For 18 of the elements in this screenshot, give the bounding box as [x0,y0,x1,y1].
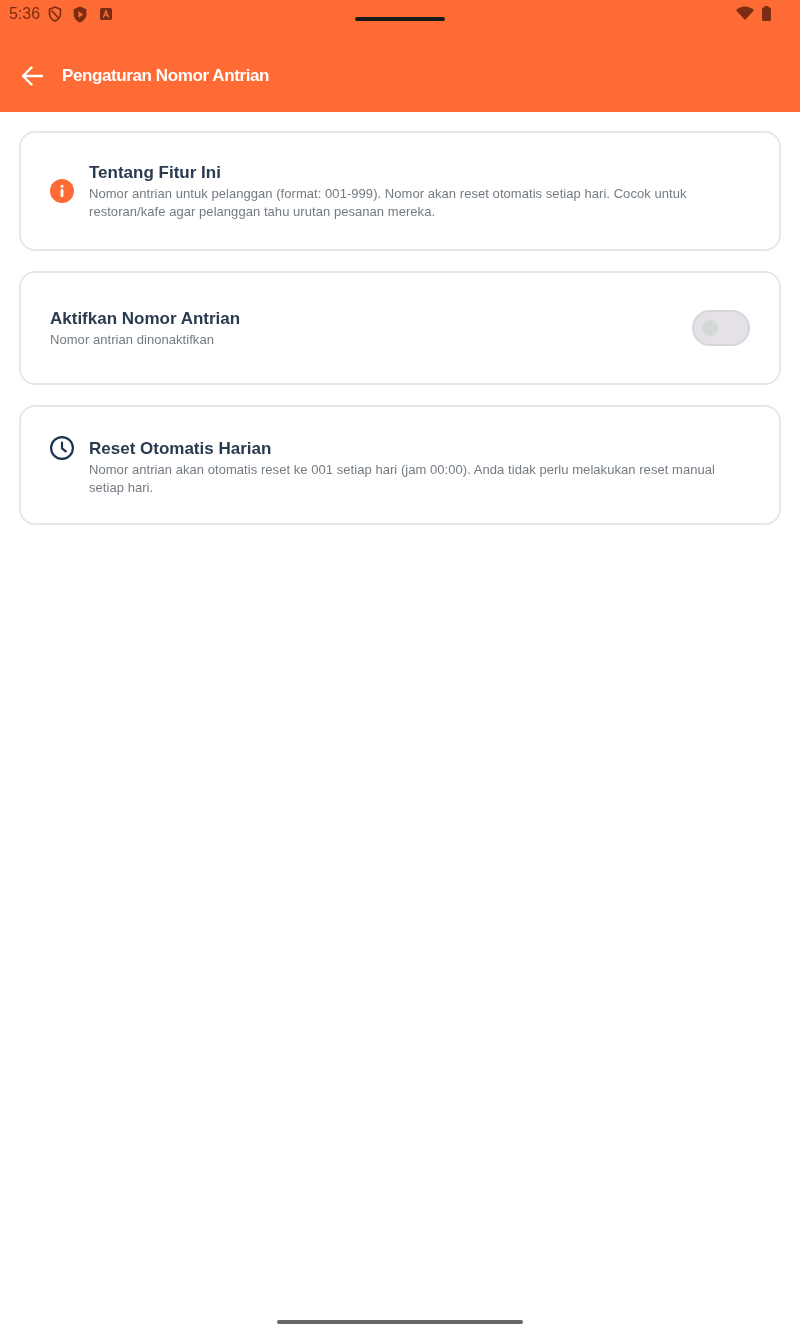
card-description: Nomor antrian dinonaktifkan [50,331,215,349]
clock-icon [50,436,74,460]
square-app-icon [100,8,113,20]
shield-play-icon [72,5,89,23]
card-title: Aktifkan Nomor Antrian [50,308,241,330]
back-button[interactable] [20,64,43,88]
info-icon [50,179,74,203]
shield-slash-icon [48,6,63,22]
back-arrow-icon [20,66,43,86]
wifi-icon [736,6,754,20]
battery-icon [762,5,771,21]
card-title: Reset Otomatis Harian [89,438,273,460]
card-title: Tentang Fitur Ini [89,162,222,184]
card-description: Nomor antrian akan otomatis reset ke 001 setiap hari (jam 00:00). Anda tidak perlu melakukan reset manual setiap hari. [89,461,716,497]
status-time: 5:36 [9,4,41,24]
card-description: Nomor antrian untuk pelanggan (format: 001-999). Nomor akan reset otomatis setiap hari. Cocok untuk restoran/kafe agar pelanggan tahu urutan pesanan mereka. [89,185,688,221]
toggle-switch[interactable] [692,310,750,346]
app-bar-title: Pengaturan Nomor Antrian [62,65,269,88]
